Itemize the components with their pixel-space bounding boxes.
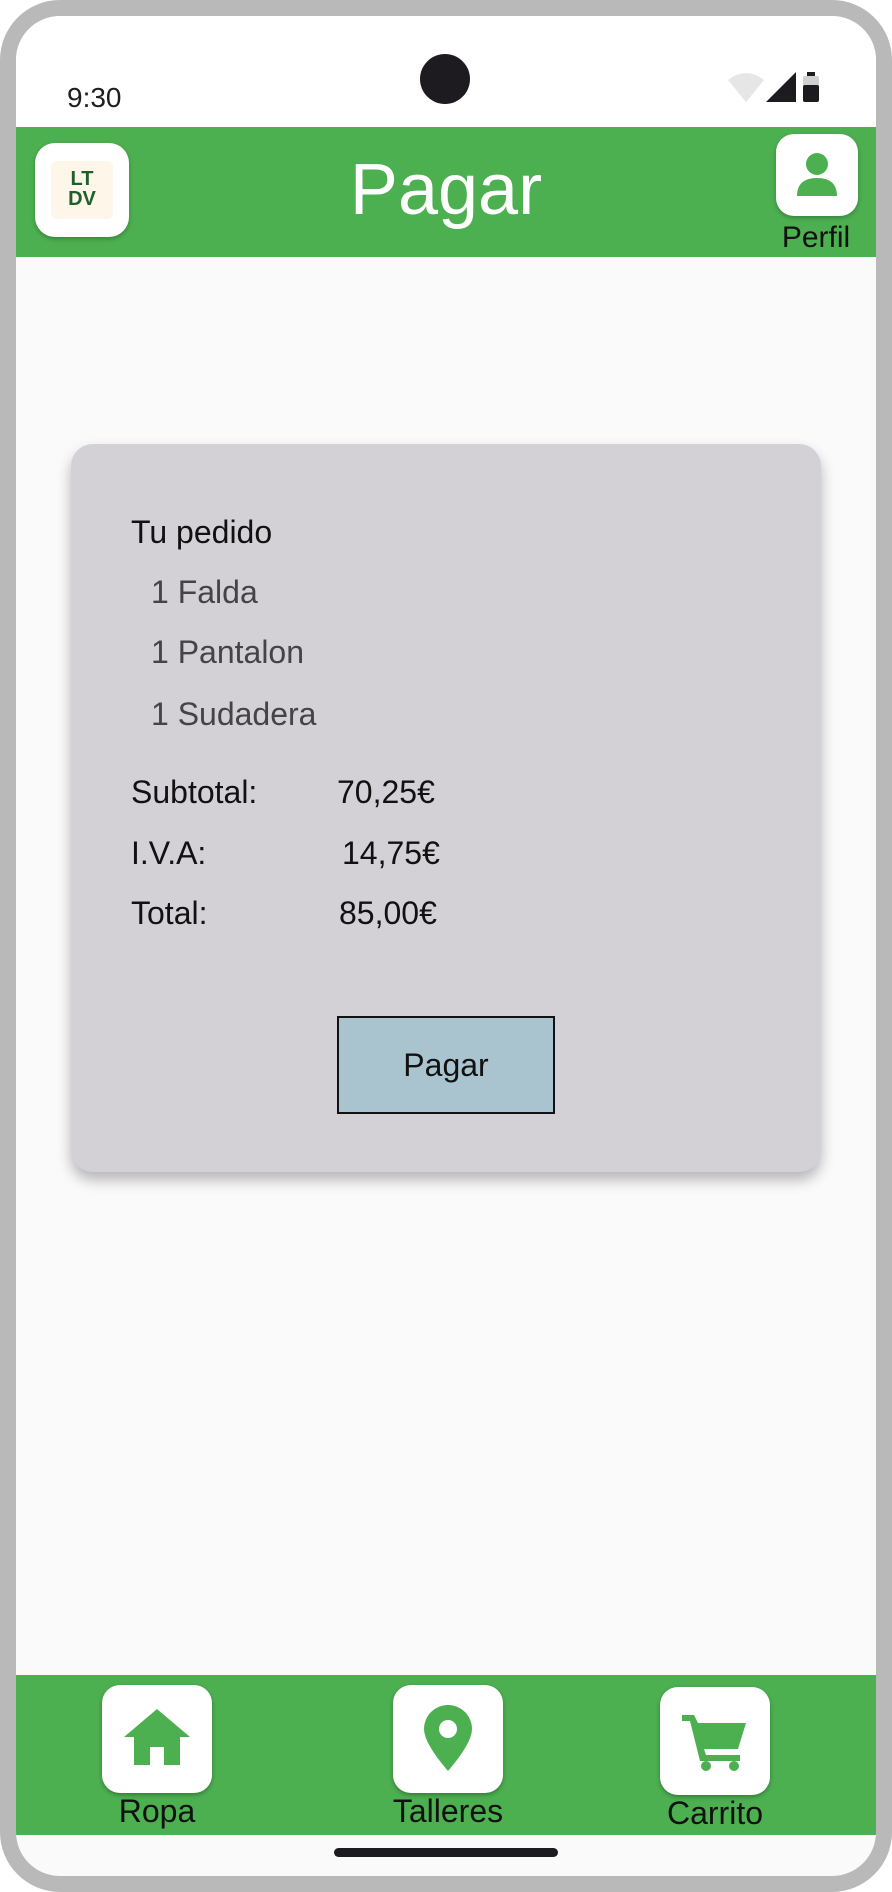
nav-label-carrito: Carrito xyxy=(666,1795,763,1831)
total-value: 85,00€ xyxy=(339,895,437,931)
nav-label-ropa: Ropa xyxy=(118,1793,196,1829)
nav-item-ropa[interactable] xyxy=(102,1685,212,1793)
nav-label-talleres: Talleres xyxy=(392,1793,504,1829)
status-bar: 9:30 xyxy=(16,16,876,126)
location-pin-icon xyxy=(424,1705,472,1771)
order-title: Tu pedido xyxy=(131,514,273,550)
wifi-icon xyxy=(728,73,764,102)
order-item: 1 Pantalon xyxy=(151,634,305,670)
home-icon xyxy=(124,1709,190,1765)
signal-icon xyxy=(766,72,796,102)
battery-icon xyxy=(803,72,819,102)
status-time: 9:30 xyxy=(67,82,122,113)
iva-value: 14,75€ xyxy=(342,835,440,871)
status-icons xyxy=(728,72,848,122)
profile-button[interactable] xyxy=(776,134,858,216)
subtotal-value: 70,25€ xyxy=(337,774,435,810)
subtotal-label: Subtotal: xyxy=(131,774,258,810)
phone-frame: 9:30 LT DV Pagar Perfil Tu pedido 1 Fald… xyxy=(0,0,892,1892)
nav-item-carrito[interactable] xyxy=(660,1687,770,1795)
bottom-navigation: Ropa Talleres Carrito xyxy=(16,1675,876,1835)
profile-label: Perfil xyxy=(781,221,851,254)
user-icon xyxy=(797,153,837,196)
iva-label: I.V.A: xyxy=(131,835,207,871)
front-camera xyxy=(420,54,470,104)
total-label: Total: xyxy=(131,895,208,931)
nav-item-talleres[interactable] xyxy=(393,1685,503,1793)
order-item: 1 Falda xyxy=(151,574,258,610)
cart-icon xyxy=(682,1715,746,1771)
page-title: Pagar xyxy=(349,150,543,230)
app-bar: LT DV Pagar Perfil xyxy=(16,127,876,257)
order-summary-card: Tu pedido 1 Falda 1 Pantalon 1 Sudadera … xyxy=(71,444,821,1172)
order-item: 1 Sudadera xyxy=(151,696,317,732)
pay-button[interactable]: Pagar xyxy=(337,1016,555,1114)
home-gesture-bar[interactable] xyxy=(334,1848,558,1857)
